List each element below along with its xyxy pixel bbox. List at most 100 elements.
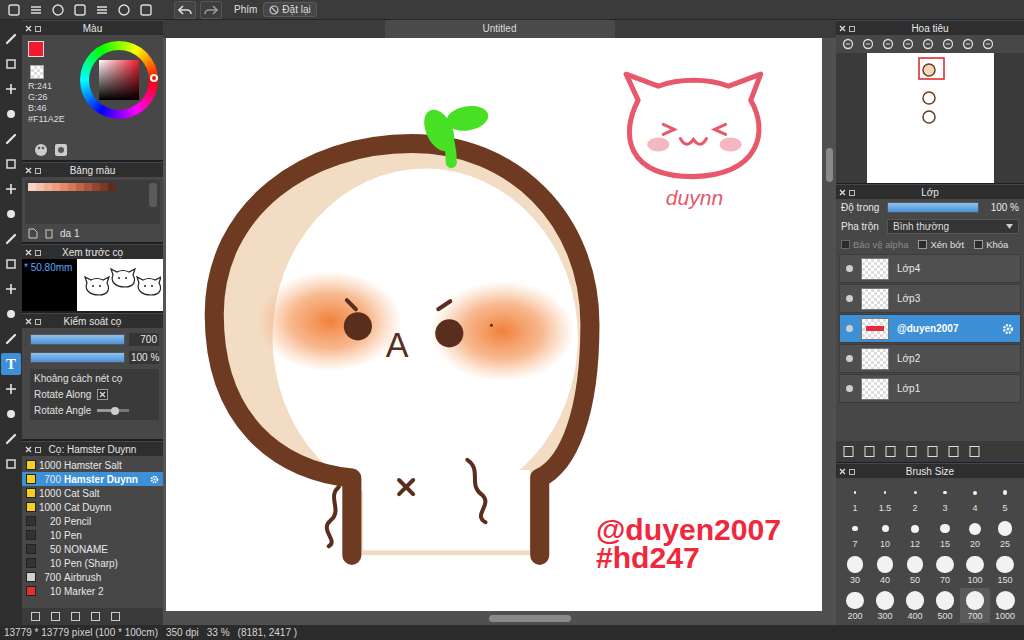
palette-swatch[interactable] — [76, 183, 84, 191]
layer-tool-icon[interactable] — [968, 445, 981, 458]
brush-option[interactable]: Khoảng cách nét cọ — [34, 372, 155, 385]
palette-icon[interactable] — [34, 143, 48, 157]
navigator-tool-icon[interactable] — [962, 38, 974, 50]
popout-icon[interactable] — [849, 25, 856, 32]
popout-icon[interactable] — [849, 468, 856, 475]
horizontal-scrollbar[interactable] — [163, 611, 836, 625]
drawing-canvas[interactable]: Aduynn@duyen2007#hd247 — [166, 38, 822, 611]
popout-icon[interactable] — [35, 167, 42, 174]
brush-size-preset[interactable]: 400 — [900, 588, 930, 623]
tool-button[interactable] — [1, 53, 21, 75]
layer-row[interactable]: Lớp2 — [839, 344, 1021, 373]
visibility-toggle[interactable] — [846, 385, 853, 392]
brush-size-preset[interactable]: 700 — [960, 588, 990, 623]
redo-button[interactable] — [200, 1, 222, 19]
option-slider[interactable] — [97, 409, 129, 412]
brush-item[interactable]: 10Pen — [22, 528, 163, 542]
toolbar-button[interactable] — [70, 1, 90, 19]
close-icon[interactable] — [25, 446, 32, 453]
tool-button[interactable] — [1, 453, 21, 475]
brush-item[interactable]: 10Marker 2 — [22, 584, 163, 598]
layer-tool-icon[interactable] — [863, 445, 876, 458]
popout-icon[interactable] — [35, 249, 42, 256]
brush-size-preset[interactable]: 40 — [870, 552, 900, 587]
tool-button[interactable] — [1, 228, 21, 250]
brush-size-preset[interactable]: 3 — [930, 480, 960, 515]
close-icon[interactable] — [25, 25, 32, 32]
brush-size-preset[interactable]: 2 — [900, 480, 930, 515]
toolbar-button[interactable] — [26, 1, 46, 19]
brush-size-preset[interactable]: 500 — [930, 588, 960, 623]
navigator-tool-icon[interactable] — [982, 38, 994, 50]
brush-item[interactable]: 1000Cat Duynn — [22, 500, 163, 514]
layer-tool-icon[interactable] — [884, 445, 897, 458]
toolbar-button[interactable] — [92, 1, 112, 19]
palette-swatch[interactable] — [60, 183, 68, 191]
toolbar-button[interactable] — [48, 1, 68, 19]
toolbar-button[interactable] — [136, 1, 156, 19]
tool-button[interactable] — [1, 403, 21, 425]
tool-button[interactable] — [1, 78, 21, 100]
brush-size-preset[interactable]: 1.5 — [870, 480, 900, 515]
tool-button[interactable] — [1, 428, 21, 450]
brush-size-preset[interactable]: 5 — [990, 480, 1020, 515]
navigator-tool-icon[interactable] — [922, 38, 934, 50]
undo-button[interactable] — [174, 1, 196, 19]
vertical-scrollbar[interactable] — [822, 38, 836, 611]
blend-dropdown[interactable]: Bình thường — [887, 219, 1019, 234]
brush-size-preset[interactable]: 1 — [840, 480, 870, 515]
new-palette-icon[interactable] — [28, 228, 38, 239]
layer-row[interactable]: Lớp1 — [839, 374, 1021, 403]
palette-swatch[interactable] — [100, 183, 108, 191]
brush-item[interactable]: 50NONAME — [22, 542, 163, 556]
layer-tool-icon[interactable] — [926, 445, 939, 458]
close-icon[interactable] — [839, 189, 846, 196]
popout-icon[interactable] — [849, 189, 856, 196]
palette-swatch[interactable] — [84, 183, 92, 191]
brush-item[interactable]: 700Hamster Duynn — [22, 472, 163, 486]
brush-size-preset[interactable]: 15 — [930, 516, 960, 551]
palette-swatch[interactable] — [108, 183, 116, 191]
brush-size-preset[interactable]: 1000 — [990, 588, 1020, 623]
layer-tool-icon[interactable] — [842, 445, 855, 458]
close-icon[interactable] — [25, 167, 32, 174]
brush-tool-icon[interactable] — [110, 611, 121, 622]
layer-row[interactable]: @duyen2007 — [839, 314, 1021, 343]
navigator-tool-icon[interactable] — [942, 38, 954, 50]
tool-button[interactable] — [1, 128, 21, 150]
brush-size-preset[interactable]: 100 — [960, 552, 990, 587]
brush-tool-icon[interactable] — [50, 611, 61, 622]
tool-button[interactable] — [1, 28, 21, 50]
tool-button[interactable] — [1, 253, 21, 275]
reset-button[interactable]: Đặt lại — [263, 2, 316, 17]
layer-row[interactable]: Lớp3 — [839, 284, 1021, 313]
brush-tool-icon[interactable] — [30, 611, 41, 622]
brush-item[interactable]: 10Pen (Sharp) — [22, 556, 163, 570]
hue-marker[interactable] — [150, 74, 158, 82]
palette-swatch[interactable] — [52, 183, 60, 191]
tool-button[interactable] — [1, 378, 21, 400]
brush-size-preset[interactable]: 50 — [900, 552, 930, 587]
foreground-swatch[interactable] — [28, 41, 44, 57]
tool-button[interactable] — [1, 328, 21, 350]
layer-opacity-slider[interactable] — [887, 202, 979, 213]
tool-button[interactable] — [1, 303, 21, 325]
close-icon[interactable] — [25, 318, 32, 325]
brush-size-preset[interactable]: 25 — [990, 516, 1020, 551]
brush-size-value[interactable]: 700 — [129, 333, 159, 346]
popout-icon[interactable] — [35, 25, 42, 32]
brush-item[interactable]: 1000Hamster Salt — [22, 458, 163, 472]
brush-size-preset[interactable]: 7 — [840, 516, 870, 551]
tool-button[interactable]: T — [1, 353, 21, 375]
brush-size-preset[interactable]: 200 — [840, 588, 870, 623]
brush-size-preset[interactable]: 20 — [960, 516, 990, 551]
gear-icon[interactable] — [1002, 323, 1014, 335]
toolbar-button[interactable] — [4, 1, 24, 19]
navigator-tool-icon[interactable] — [842, 38, 854, 50]
document-tab[interactable]: Untitled — [385, 20, 615, 38]
brush-opacity-value[interactable]: 100 % — [129, 351, 159, 364]
saturation-square[interactable] — [99, 60, 139, 100]
brush-item[interactable]: 20Pencil — [22, 514, 163, 528]
color-wheel[interactable] — [80, 41, 158, 119]
palette-swatch[interactable] — [68, 183, 76, 191]
